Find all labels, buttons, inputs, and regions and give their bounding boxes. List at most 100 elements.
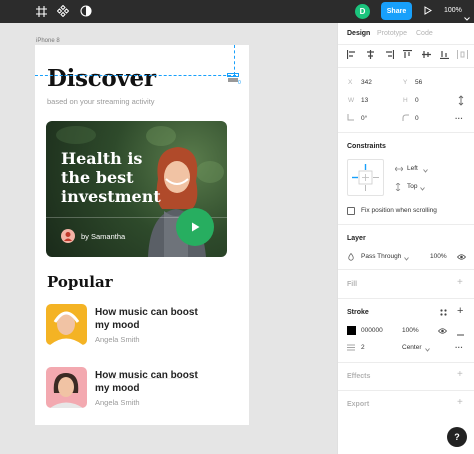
horizontal-constraint-select[interactable]: Left <box>407 165 418 172</box>
align-top-icon[interactable] <box>403 49 412 61</box>
add-stroke-icon[interactable]: + <box>457 305 463 317</box>
height-label: H <box>403 97 408 104</box>
discover-subtitle[interactable]: based on your streaming activity <box>47 97 155 106</box>
foliage-decor <box>56 126 96 144</box>
constrain-proportions-icon[interactable] <box>458 95 464 108</box>
measure-guide-vertical <box>234 45 235 75</box>
tab-prototype[interactable]: Prototype <box>377 30 407 37</box>
popular-item-thumbnail <box>46 367 87 408</box>
components-icon[interactable] <box>56 4 70 18</box>
horizontal-constraint-icon <box>394 165 404 174</box>
style-grid-icon[interactable] <box>440 309 447 318</box>
fix-position-checkbox[interactable] <box>347 207 355 215</box>
vertical-constraint-select[interactable]: Top <box>407 183 417 190</box>
stroke-heading: Stroke <box>347 309 369 316</box>
vertical-constraint-icon <box>395 182 401 193</box>
measure-guide-horizontal <box>35 75 236 76</box>
chevron-down-icon[interactable] <box>423 166 428 175</box>
popular-item-title: How music can boost my mood <box>95 307 198 331</box>
add-fill-icon[interactable]: + <box>457 277 463 288</box>
chevron-down-icon[interactable] <box>420 184 425 193</box>
share-button[interactable]: Share <box>381 2 412 20</box>
phone-frame[interactable]: Discover based on your streaming activit… <box>35 45 249 425</box>
rotation-input[interactable]: 0° <box>361 115 367 122</box>
more-options-icon[interactable]: ··· <box>455 114 463 123</box>
zoom-level[interactable]: 100% <box>444 7 462 14</box>
stroke-weight-icon <box>347 344 355 353</box>
popular-item-title: How music can boost my mood <box>95 370 198 394</box>
rotation-icon <box>347 114 354 123</box>
remove-stroke-icon[interactable] <box>457 329 464 338</box>
fix-position-label: Fix position when scrolling <box>361 207 437 214</box>
add-export-icon[interactable]: + <box>457 397 463 408</box>
stroke-color-input[interactable]: 000000 <box>361 327 383 334</box>
properties-panel: Design Prototype Code X 342 Y 56 W 13 H … <box>337 23 474 454</box>
y-input[interactable]: 56 <box>415 79 422 86</box>
blend-mode-select[interactable]: Pass Through <box>361 253 401 260</box>
popular-item-thumbnail <box>46 304 87 345</box>
align-left-icon[interactable] <box>346 50 356 61</box>
blend-mode-icon <box>348 252 354 263</box>
hero-card[interactable]: Health is the best investment by Samanth… <box>46 121 227 257</box>
divider <box>338 269 474 270</box>
author-avatar <box>61 229 75 243</box>
y-label: Y <box>403 79 408 86</box>
hero-title: Health is the best investment <box>61 149 161 206</box>
popular-item[interactable]: How music can boost my mood Angela Smith <box>46 367 236 409</box>
corner-radius-icon <box>402 114 409 123</box>
fill-heading: Fill <box>347 281 358 288</box>
x-input[interactable]: 342 <box>361 79 372 86</box>
add-effect-icon[interactable]: + <box>457 369 463 380</box>
stroke-color-swatch[interactable] <box>347 326 356 335</box>
effects-heading: Effects <box>347 373 371 380</box>
align-center-h-icon[interactable] <box>366 50 375 61</box>
eye-icon[interactable] <box>456 253 467 262</box>
divider <box>338 362 474 363</box>
constraints-heading: Constraints <box>347 143 386 150</box>
width-label: W <box>348 97 355 104</box>
layer-heading: Layer <box>347 235 366 242</box>
divider <box>338 298 474 299</box>
divider <box>338 67 474 68</box>
layer-opacity-input[interactable]: 100% <box>430 253 447 260</box>
top-toolbar: D Share 100% <box>0 0 474 23</box>
height-input[interactable]: 0 <box>415 97 419 104</box>
present-play-icon[interactable] <box>424 6 432 17</box>
align-right-icon[interactable] <box>385 50 395 61</box>
x-label: X <box>348 79 353 86</box>
contrast-icon[interactable] <box>79 4 93 18</box>
stroke-align-select[interactable]: Center <box>402 344 422 351</box>
frame-label[interactable]: iPhone 8 <box>36 38 60 44</box>
constraint-widget[interactable] <box>347 159 384 196</box>
hero-play-button[interactable] <box>176 208 214 246</box>
divider <box>338 224 474 225</box>
stroke-more-options-icon[interactable]: ··· <box>455 343 463 352</box>
tab-design[interactable]: Design <box>347 30 370 37</box>
tab-code[interactable]: Code <box>416 30 433 37</box>
stroke-opacity-input[interactable]: 100% <box>402 327 419 334</box>
hero-author: by Samantha <box>81 232 126 241</box>
chevron-down-icon[interactable] <box>425 345 430 354</box>
divider <box>338 132 474 133</box>
stroke-weight-input[interactable]: 2 <box>361 344 365 351</box>
corner-radius-input[interactable]: 0 <box>415 115 419 122</box>
popular-item-author: Angela Smith <box>95 335 140 344</box>
selection-dimension: 0 <box>238 80 241 86</box>
align-bottom-icon[interactable] <box>440 50 449 61</box>
frame-tool-icon[interactable] <box>34 4 48 18</box>
distribute-icon[interactable] <box>457 50 468 61</box>
popular-heading: Popular <box>47 273 113 291</box>
popular-item[interactable]: How music can boost my mood Angela Smith <box>46 304 236 346</box>
popular-item-author: Angela Smith <box>95 398 140 407</box>
play-icon <box>192 222 200 232</box>
divider <box>338 44 474 45</box>
chevron-down-icon[interactable] <box>404 254 409 263</box>
discover-title[interactable]: Discover <box>47 65 156 92</box>
divider <box>338 390 474 391</box>
align-center-v-icon[interactable] <box>422 50 431 61</box>
width-input[interactable]: 13 <box>361 97 368 104</box>
canvas[interactable]: iPhone 8 Discover based on your streamin… <box>0 23 337 454</box>
eye-icon[interactable] <box>437 327 448 336</box>
user-avatar[interactable]: D <box>355 4 370 19</box>
help-button[interactable]: ? <box>447 427 467 447</box>
